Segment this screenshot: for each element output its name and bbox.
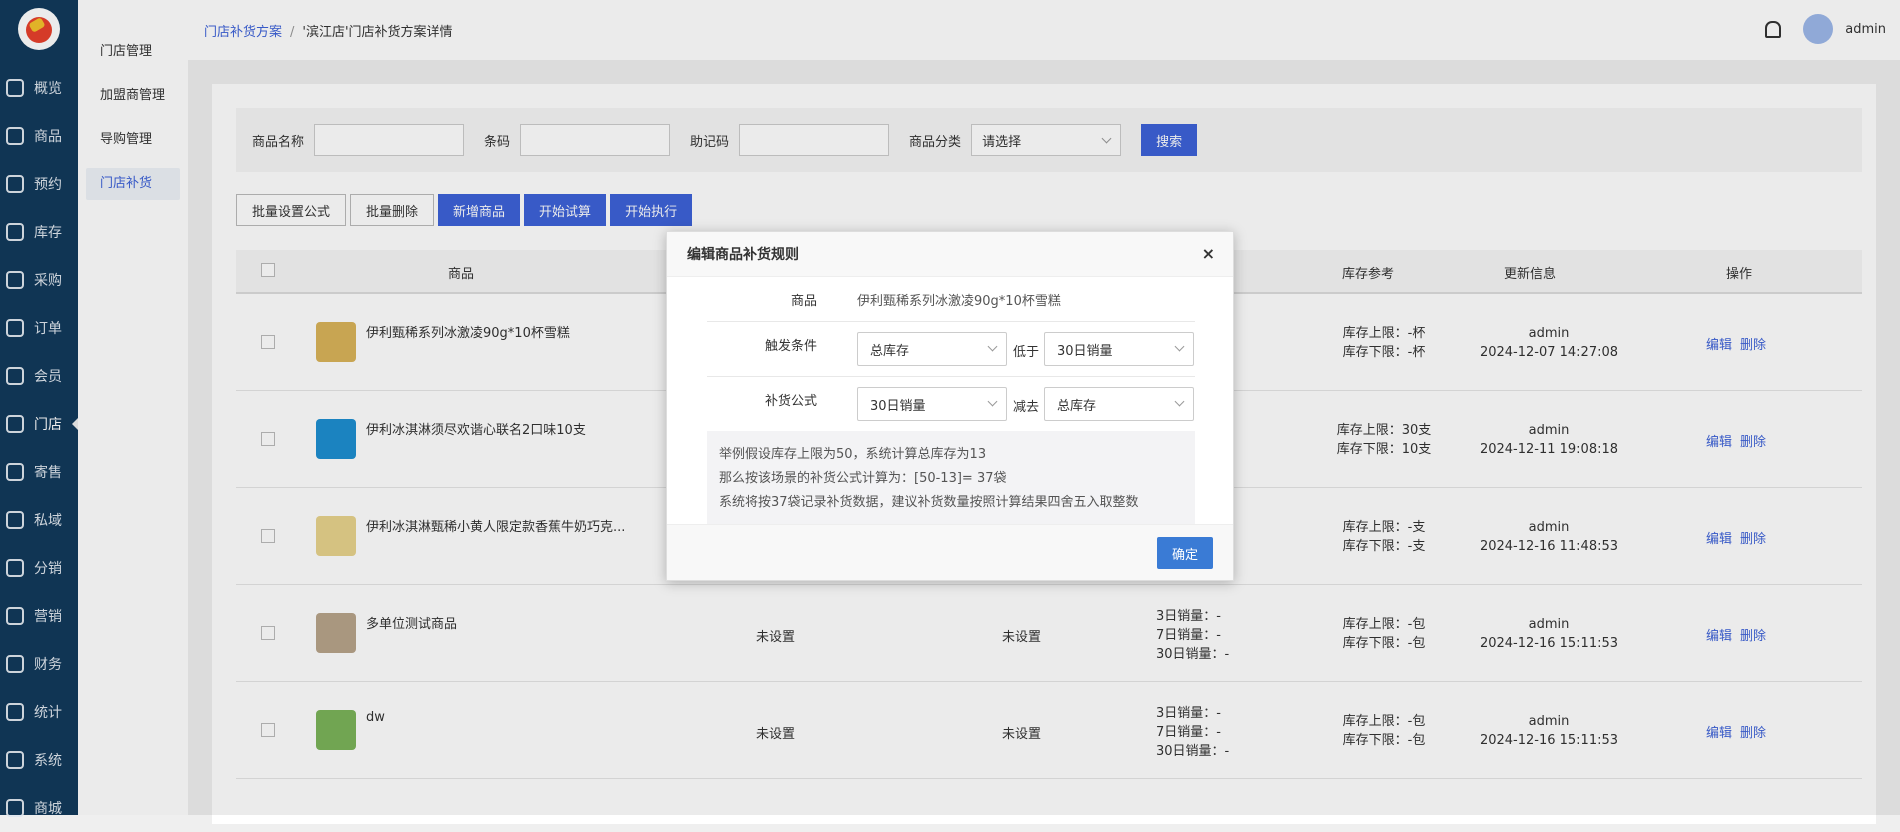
- modal-title: 编辑商品补货规则: [687, 247, 799, 263]
- chevron-down-icon: [1174, 396, 1185, 407]
- note-line: 系统将按37袋记录补货数据，建议补货数量按照计算结果四舍五入取整数: [719, 495, 1139, 510]
- formula-note: 举例假设库存上限为50，系统计算总库存为13 那么按该场景的补货公式计算为：[5…: [707, 431, 1195, 525]
- modal-footer: 确定: [667, 524, 1233, 580]
- formula-target-value: 总库存: [1057, 398, 1097, 414]
- modal-header: 编辑商品补货规则 ×: [667, 232, 1233, 277]
- confirm-button[interactable]: 确定: [1156, 537, 1213, 569]
- formula-label: 补货公式: [764, 394, 817, 409]
- trigger-target-value: 30日销量: [1057, 343, 1113, 359]
- close-icon[interactable]: ×: [1202, 244, 1215, 263]
- note-line: 举例假设库存上限为50，系统计算总库存为13: [719, 447, 987, 462]
- chevron-down-icon: [987, 341, 998, 352]
- note-line: 那么按该场景的补货公式计算为：[50-13]= 37袋: [719, 471, 1007, 486]
- chevron-down-icon: [987, 396, 998, 407]
- formula-row: 补货公式 30日销量 减去 总库存: [707, 377, 1195, 432]
- edit-rule-modal: 编辑商品补货规则 × 商品 伊利甄稀系列冰激凌90g*10杯雪糕 触发条件 总库…: [666, 231, 1234, 581]
- trigger-field-value: 总库存: [870, 343, 910, 359]
- formula-op: 减去: [1013, 400, 1040, 415]
- goods-label: 商品: [790, 294, 817, 309]
- goods-value: 伊利甄稀系列冰激凌90g*10杯雪糕: [857, 294, 1061, 309]
- formula-target-select[interactable]: 总库存: [1044, 387, 1194, 421]
- formula-field-select[interactable]: 30日销量: [857, 387, 1007, 421]
- goods-row: 商品 伊利甄稀系列冰激凌90g*10杯雪糕: [707, 277, 1195, 322]
- trigger-target-select[interactable]: 30日销量: [1044, 332, 1194, 366]
- trigger-field-select[interactable]: 总库存: [857, 332, 1007, 366]
- trigger-label: 触发条件: [764, 339, 817, 354]
- trigger-row: 触发条件 总库存 低于 30日销量: [707, 322, 1195, 377]
- formula-field-value: 30日销量: [870, 398, 926, 414]
- chevron-down-icon: [1174, 341, 1185, 352]
- modal-body: 商品 伊利甄稀系列冰激凌90g*10杯雪糕 触发条件 总库存 低于 30日销量 …: [707, 277, 1195, 525]
- trigger-op: 低于: [1013, 345, 1040, 360]
